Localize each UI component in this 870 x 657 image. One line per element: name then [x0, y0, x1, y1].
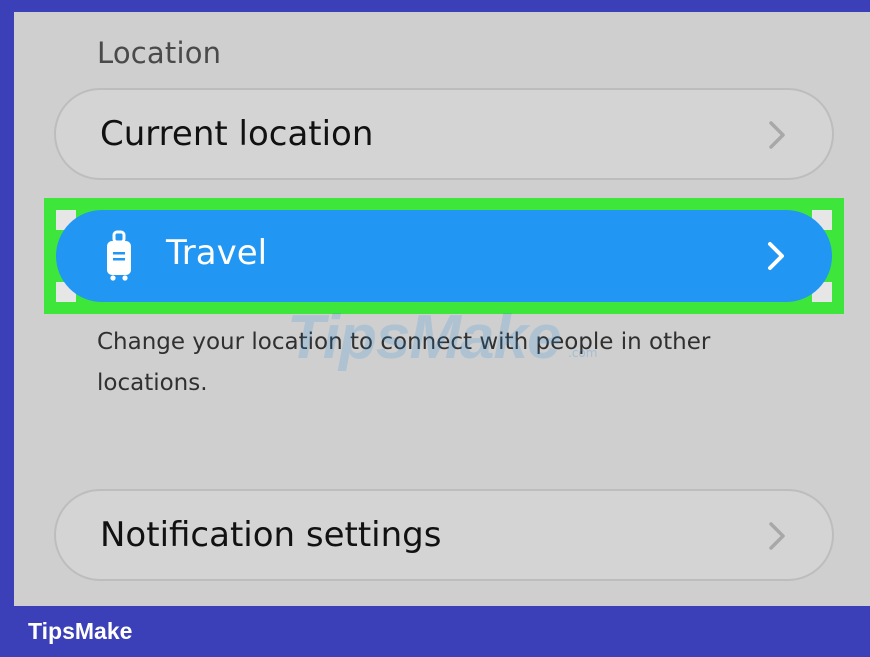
location-section-label: Location [97, 36, 222, 70]
footer-brand-label: TipsMake [28, 618, 133, 644]
chevron-right-icon [769, 522, 785, 550]
travel-label: Travel [166, 233, 268, 273]
watermark-suffix: .com [568, 346, 598, 360]
chevron-right-icon [768, 242, 784, 270]
settings-screen: Location Current location Travel Change … [14, 12, 870, 606]
travel-button[interactable]: Travel [56, 210, 832, 302]
footer-bar: TipsMake [0, 606, 870, 657]
current-location-label: Current location [100, 114, 374, 154]
watermark-logo: TipsMake [287, 303, 561, 372]
notification-settings-button[interactable]: Notification settings [54, 489, 834, 581]
chevron-right-icon [769, 121, 785, 149]
luggage-icon [107, 230, 131, 281]
frame-border-left [0, 0, 14, 606]
frame-border-top [0, 0, 870, 12]
current-location-button[interactable]: Current location [54, 88, 834, 180]
screenshot-frame: Location Current location Travel Change … [0, 0, 870, 657]
travel-highlight-box: Travel [44, 198, 844, 314]
notification-settings-label: Notification settings [100, 515, 442, 555]
